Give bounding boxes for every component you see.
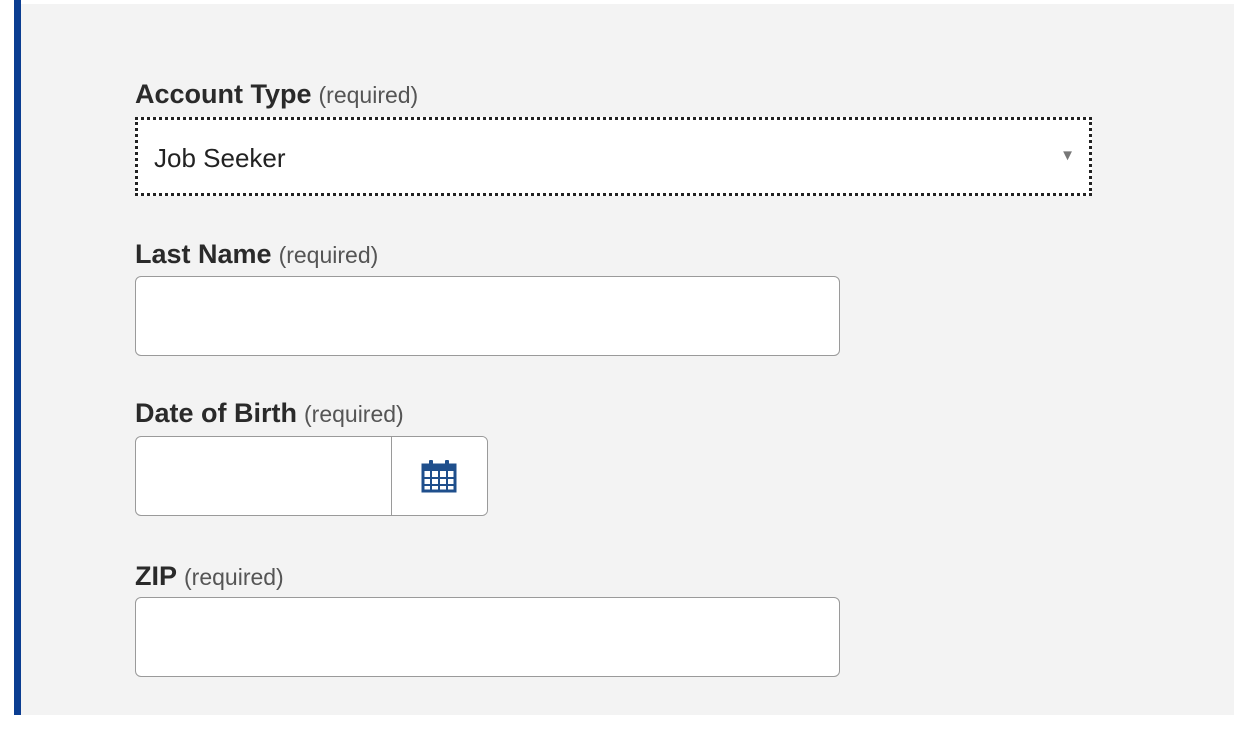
account-type-select[interactable]: Job Seeker ▼ bbox=[135, 117, 1092, 196]
accent-bar bbox=[14, 0, 21, 715]
last-name-input[interactable] bbox=[135, 276, 840, 356]
zip-required-text: (required) bbox=[184, 564, 284, 590]
date-of-birth-label: Date of Birth (required) bbox=[135, 397, 404, 430]
last-name-required-text: (required) bbox=[278, 242, 379, 268]
account-type-label-text: Account Type bbox=[135, 79, 312, 109]
zip-label: ZIP (required) bbox=[135, 560, 284, 593]
dropdown-arrow-icon: ▼ bbox=[1060, 147, 1075, 164]
date-of-birth-group bbox=[135, 436, 488, 516]
account-type-label: Account Type (required) bbox=[135, 78, 418, 111]
zip-input[interactable] bbox=[135, 597, 840, 677]
calendar-button[interactable] bbox=[391, 437, 487, 515]
account-type-selected-value: Job Seeker bbox=[154, 143, 286, 173]
account-type-required-text: (required) bbox=[318, 82, 419, 108]
date-of-birth-input[interactable] bbox=[136, 437, 391, 515]
calendar-icon bbox=[421, 460, 457, 493]
date-of-birth-required-text: (required) bbox=[304, 401, 404, 427]
date-of-birth-label-text: Date of Birth bbox=[135, 398, 297, 428]
last-name-label-text: Last Name bbox=[135, 239, 272, 269]
zip-label-text: ZIP bbox=[135, 561, 178, 591]
last-name-label: Last Name (required) bbox=[135, 238, 378, 271]
